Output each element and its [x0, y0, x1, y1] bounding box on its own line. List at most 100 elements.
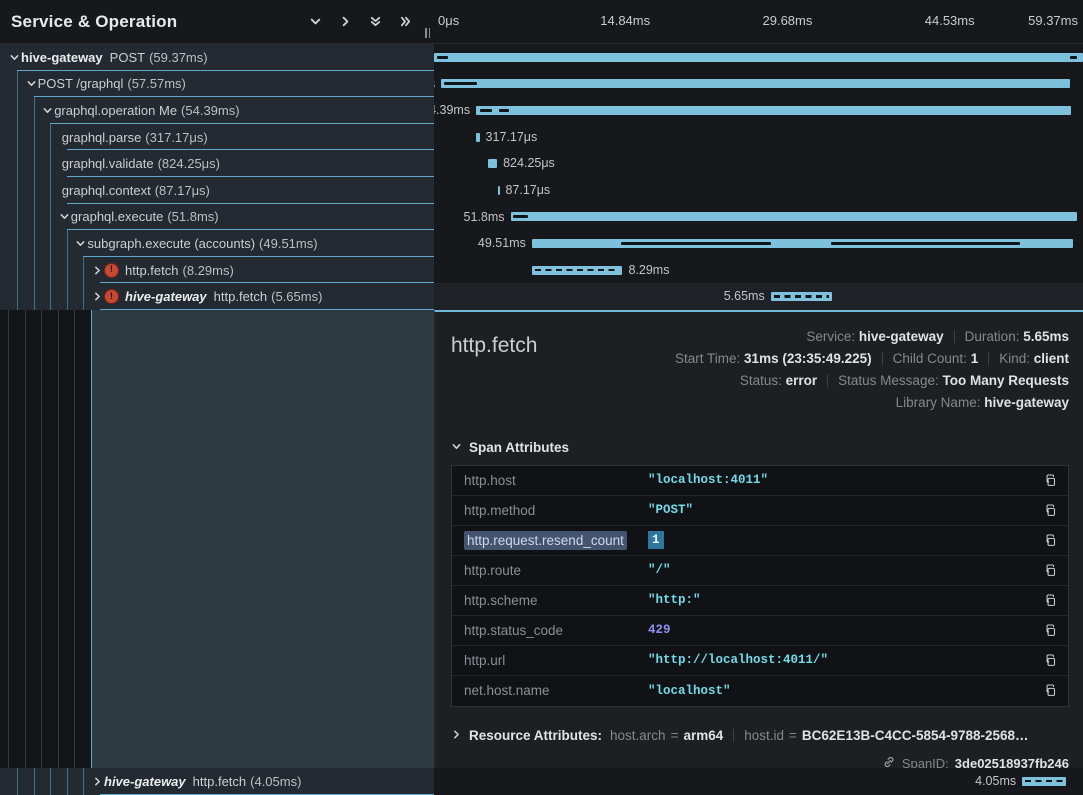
child-span-mark: [444, 82, 477, 85]
span-operation-name: POST /graphql: [38, 76, 124, 91]
span-tree-item[interactable]: graphql.validate(824.25μs): [0, 150, 434, 177]
span-row[interactable]: graphql.operation Me(54.39ms)54.39ms: [0, 97, 1083, 124]
span-timeline[interactable]: 8.29ms: [434, 257, 1083, 284]
span-bar[interactable]: [771, 292, 833, 301]
span-bar[interactable]: [511, 212, 1077, 221]
span-duration: (59.37ms): [149, 50, 208, 65]
timeline-tick: 14.84ms: [600, 13, 650, 28]
span-bar[interactable]: [476, 106, 1071, 115]
chevron-right-icon: [451, 728, 462, 743]
span-row[interactable]: POST /graphql(57.57ms)57.57ms: [0, 71, 1083, 98]
expand-one-icon[interactable]: [339, 15, 352, 28]
attribute-value: "POST": [648, 503, 1034, 517]
span-bar[interactable]: [498, 186, 500, 195]
chevron-down-icon[interactable]: [25, 78, 38, 89]
child-span-mark: [621, 242, 771, 245]
span-timeline[interactable]: 4.05ms: [434, 768, 1083, 795]
collapse-all-icon[interactable]: [369, 15, 382, 28]
child-span-mark: [480, 109, 492, 112]
span-row[interactable]: !http.fetch(8.29ms)8.29ms: [0, 257, 1083, 284]
attribute-row: http.request.resend_count1: [452, 526, 1068, 556]
chevron-down-icon[interactable]: [8, 52, 21, 63]
attribute-value: 429: [648, 623, 1034, 637]
span-bar[interactable]: [476, 133, 479, 142]
copy-icon[interactable]: [1034, 473, 1068, 488]
copy-icon[interactable]: [1034, 683, 1068, 698]
span-tree-item[interactable]: POST /graphql(57.57ms): [0, 71, 434, 98]
span-timeline[interactable]: 54.39ms: [434, 97, 1083, 124]
span-timeline[interactable]: 51.8ms: [434, 204, 1083, 231]
copy-icon[interactable]: [1034, 563, 1068, 578]
span-timeline[interactable]: 824.25μs: [434, 150, 1083, 177]
copy-icon[interactable]: [1034, 503, 1068, 518]
span-timeline[interactable]: 59.37ms: [434, 44, 1083, 71]
attribute-row: http.method"POST": [452, 496, 1068, 526]
span-rows: hive-gatewayPOST(59.37ms)59.37msPOST /gr…: [0, 44, 1083, 310]
span-timeline[interactable]: 87.17μs: [434, 177, 1083, 204]
chevron-right-icon[interactable]: [91, 776, 104, 787]
chevron-down-icon: [451, 440, 462, 455]
copy-icon[interactable]: [1034, 593, 1068, 608]
resource-value: BC62E13B-C4CC-5854-9788-2568…: [802, 728, 1029, 743]
span-tree-item[interactable]: graphql.execute(51.8ms): [0, 204, 434, 231]
meta-label: Child Count:: [893, 351, 971, 366]
span-bar[interactable]: [434, 53, 1083, 62]
chevron-right-icon[interactable]: [91, 291, 104, 302]
chevron-down-icon[interactable]: [58, 211, 71, 222]
span-row[interactable]: hive-gatewayhttp.fetch(4.05ms)4.05ms: [0, 768, 1083, 795]
span-bar[interactable]: [488, 159, 497, 168]
span-tree-item[interactable]: hive-gatewayPOST(59.37ms): [0, 44, 434, 71]
span-row[interactable]: graphql.execute(51.8ms)51.8ms: [0, 204, 1083, 231]
span-row[interactable]: graphql.context(87.17μs) 87.17μs: [0, 177, 1083, 204]
span-row[interactable]: graphql.validate(824.25μs)824.25μs: [0, 150, 1083, 177]
span-row[interactable]: subgraph.execute (accounts)(49.51ms)49.5…: [0, 230, 1083, 257]
indent-guide: [41, 310, 42, 768]
attribute-row: net.host.name"localhost": [452, 676, 1068, 706]
span-timeline[interactable]: 317.17μs: [434, 124, 1083, 151]
span-timeline[interactable]: 49.51ms: [434, 230, 1083, 257]
span-bar-duration-label: 87.17μs: [505, 177, 550, 204]
span-row[interactable]: hive-gatewayPOST(59.37ms)59.37ms: [0, 44, 1083, 71]
attribute-row: http.url"http://localhost:4011/": [452, 646, 1068, 676]
meta-separator: [827, 374, 828, 387]
meta-value: 31ms (23:35:49.225): [744, 351, 872, 366]
span-tree-item[interactable]: graphql.parse(317.17μs): [0, 124, 434, 151]
chevron-down-icon[interactable]: [74, 238, 87, 249]
span-bar[interactable]: [1022, 777, 1066, 786]
panel-resize-handle[interactable]: [425, 28, 430, 38]
selected-span-block: [91, 310, 434, 768]
span-bar[interactable]: [441, 79, 1070, 88]
span-tree-item[interactable]: hive-gatewayhttp.fetch(4.05ms): [0, 768, 434, 795]
span-bar-duration-label: 57.57ms: [434, 71, 435, 98]
span-row[interactable]: !hive-gatewayhttp.fetch(5.65ms)5.65ms: [0, 283, 1083, 310]
span-row[interactable]: graphql.parse(317.17μs)317.17μs: [0, 124, 1083, 151]
meta-separator: [988, 352, 989, 365]
copy-icon[interactable]: [1034, 533, 1068, 548]
span-tree-item[interactable]: subgraph.execute (accounts)(49.51ms): [0, 230, 434, 257]
attribute-value: "http://localhost:4011/": [648, 653, 1034, 667]
copy-icon[interactable]: [1034, 623, 1068, 638]
meta-label: Library Name:: [896, 395, 985, 410]
span-detail-row: http.fetch Service: hive-gatewayDuration…: [0, 310, 1083, 768]
meta-value: error: [786, 373, 818, 388]
span-tree-item[interactable]: !hive-gatewayhttp.fetch(5.65ms): [0, 283, 434, 310]
resource-attributes-row[interactable]: Resource Attributes: host.arch=arm64host…: [451, 728, 1069, 743]
link-icon[interactable]: [882, 755, 896, 768]
expand-all-icon[interactable]: [399, 15, 412, 28]
span-timeline[interactable]: 5.65ms: [434, 283, 1083, 310]
chevron-down-icon[interactable]: [41, 105, 54, 116]
child-span-mark: [831, 242, 1020, 245]
span-tree-item[interactable]: graphql.operation Me(54.39ms): [0, 97, 434, 124]
span-operation-name: graphql.context: [62, 183, 151, 198]
span-bar[interactable]: [532, 266, 623, 275]
span-tree-item[interactable]: !http.fetch(8.29ms): [0, 257, 434, 284]
chevron-right-icon[interactable]: [91, 265, 104, 276]
child-span-mark: [1070, 56, 1077, 59]
span-timeline[interactable]: 57.57ms: [434, 71, 1083, 98]
span-operation-name: graphql.operation Me: [54, 103, 177, 118]
span-operation-name: POST: [110, 50, 145, 65]
span-tree-item[interactable]: graphql.context(87.17μs): [0, 177, 434, 204]
span-attributes-header[interactable]: Span Attributes: [451, 440, 1069, 455]
collapse-one-icon[interactable]: [309, 15, 322, 28]
copy-icon[interactable]: [1034, 653, 1068, 668]
